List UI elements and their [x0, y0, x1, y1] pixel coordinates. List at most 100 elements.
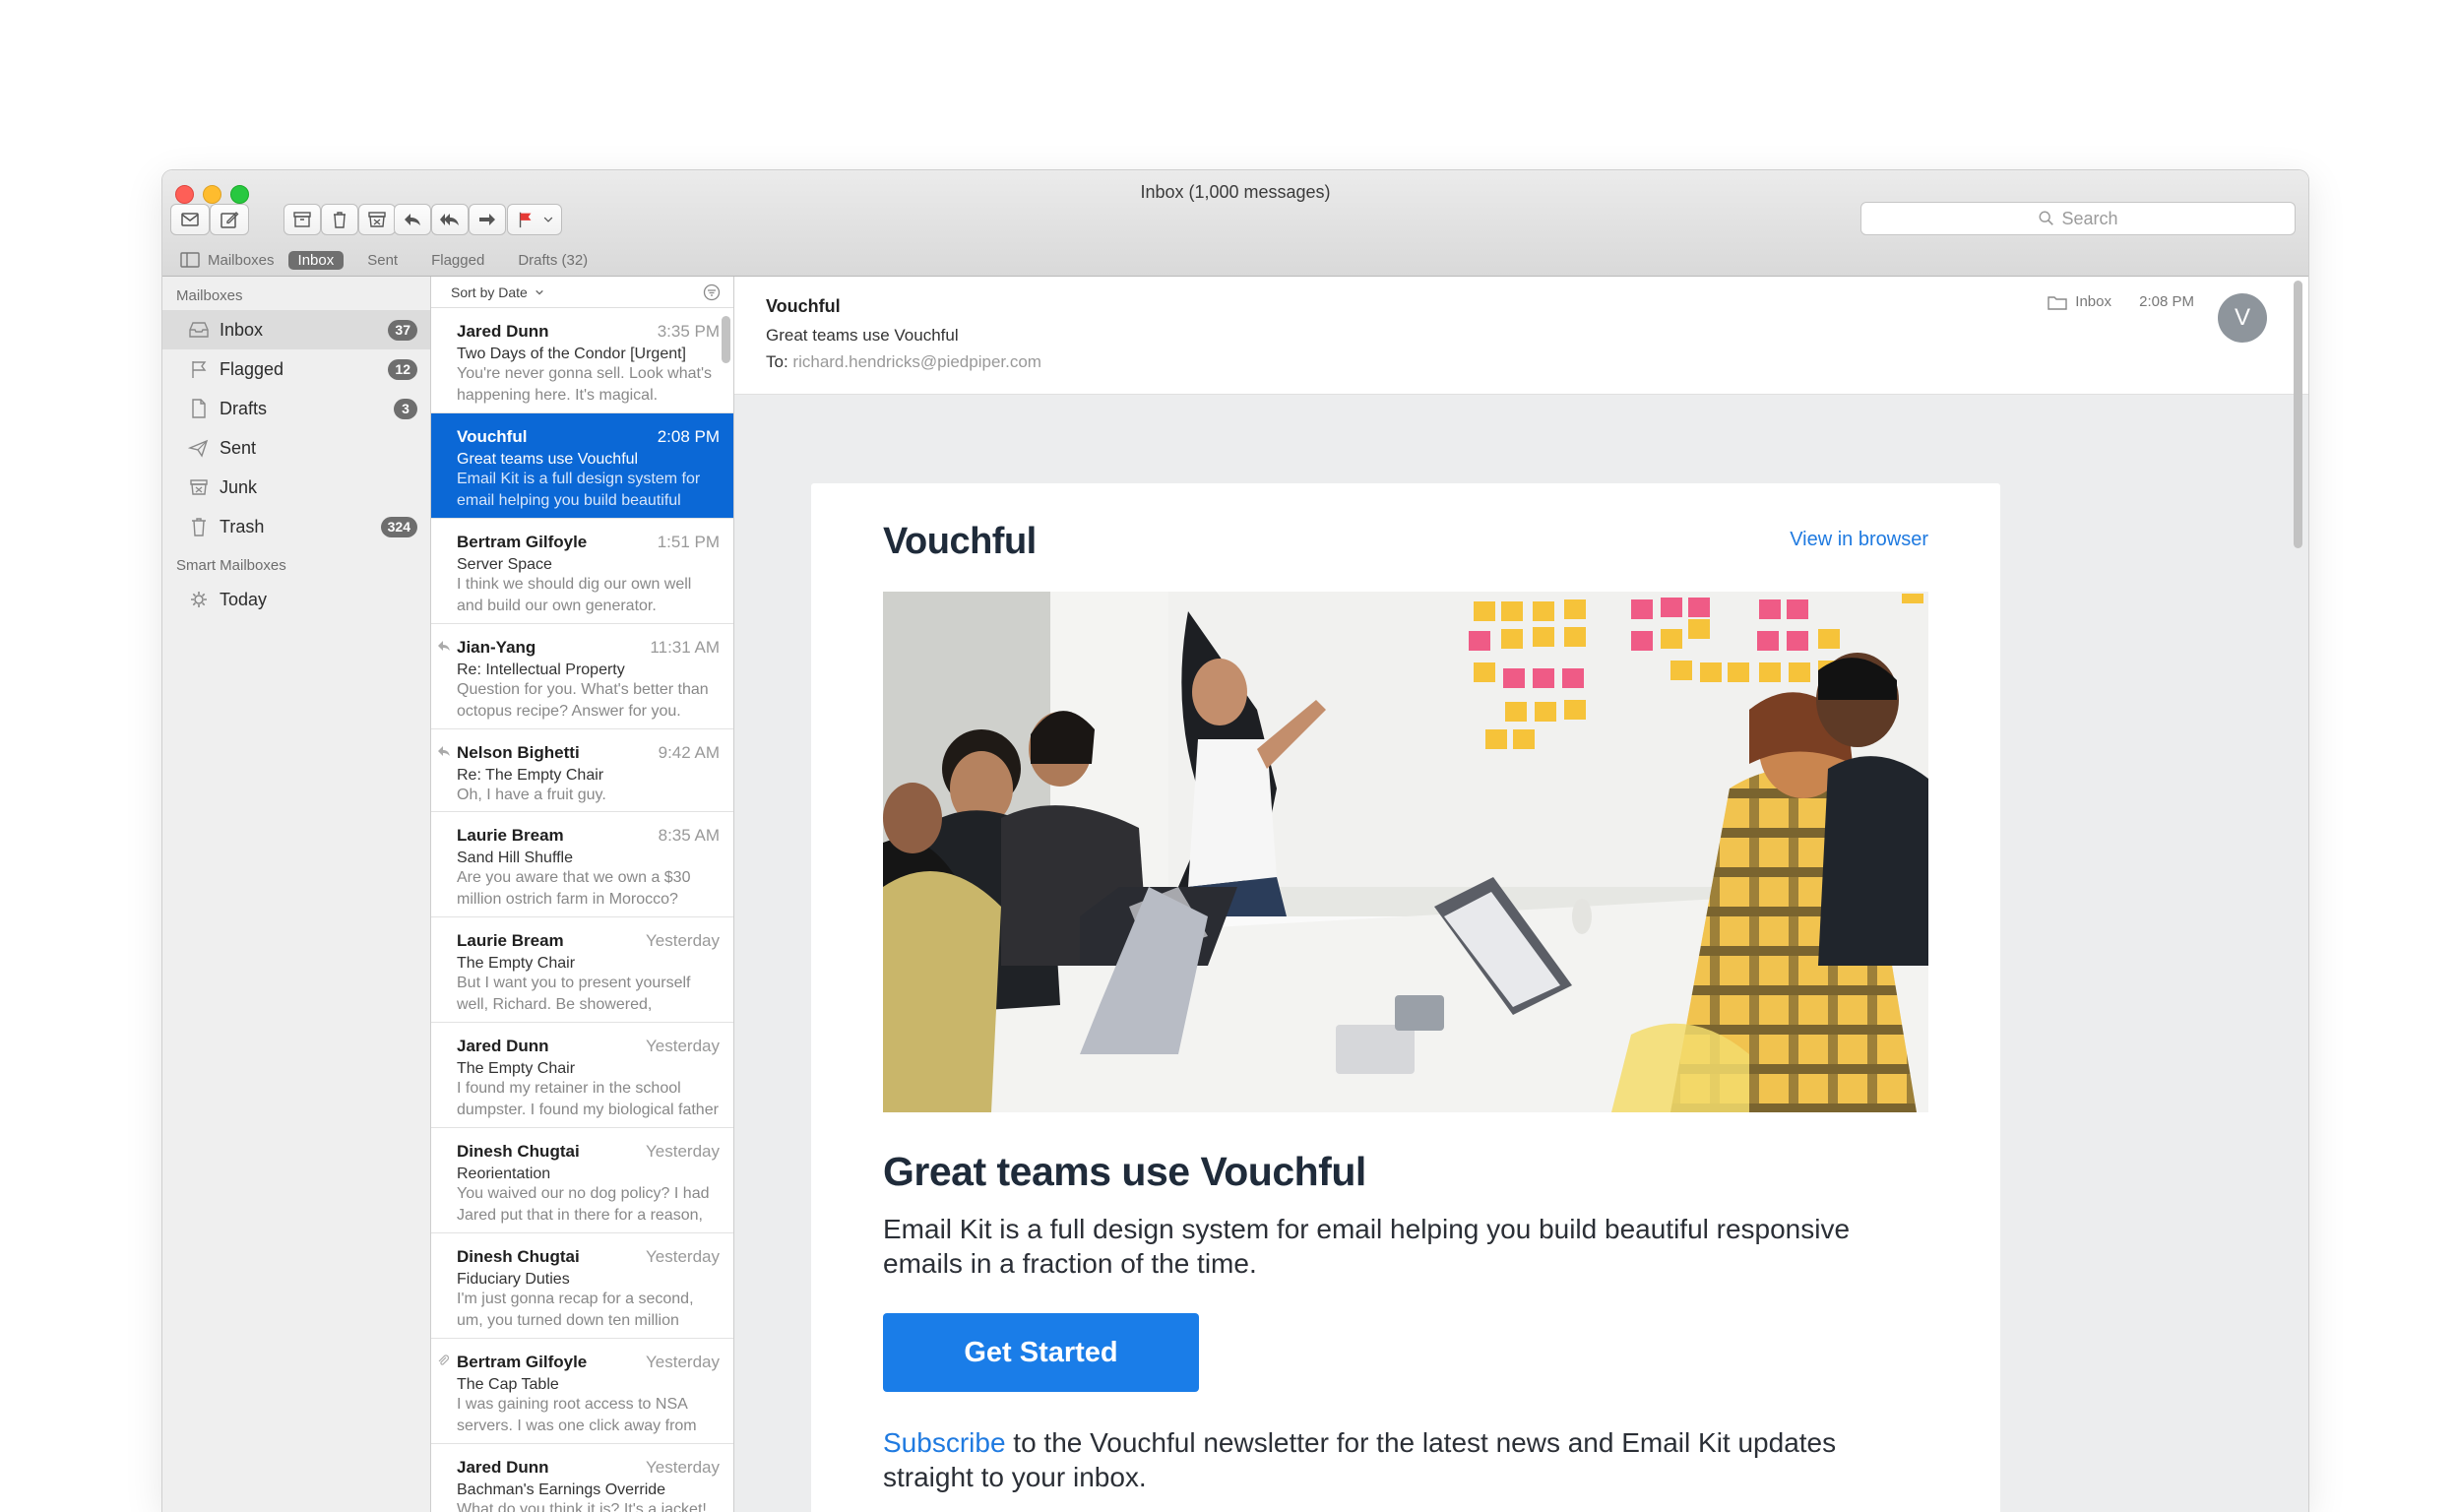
reply-button[interactable] — [394, 204, 431, 235]
message-subject: The Empty Chair — [457, 955, 576, 972]
message-subject: Re: The Empty Chair — [457, 767, 604, 784]
chevron-down-icon — [543, 217, 553, 222]
message-preview: You waived our no dog policy? I had Jare… — [457, 1185, 710, 1224]
sidebar-item-trash[interactable]: Trash 324 — [162, 507, 430, 546]
sidebar-item-drafts[interactable]: Drafts 3 — [162, 389, 430, 428]
reader-time: 2:08 PM — [2139, 293, 2194, 310]
get-mail-button[interactable] — [170, 204, 210, 235]
message-subject: Sand Hill Shuffle — [457, 850, 573, 866]
compose-button[interactable] — [210, 204, 249, 235]
search-placeholder: Search — [2061, 208, 2118, 228]
favorite-inbox[interactable]: Inbox — [287, 250, 345, 270]
reader-sender: Vouchful — [766, 296, 841, 316]
sidebar-item-sent[interactable]: Sent — [162, 428, 430, 468]
favorite-sent[interactable]: Sent — [357, 251, 408, 270]
message-row[interactable]: Jared Dunn 3:35 PM Two Days of the Condo… — [431, 308, 733, 413]
forward-button[interactable] — [469, 204, 506, 235]
get-started-button[interactable]: Get Started — [883, 1313, 1199, 1392]
reader-mailbox: Inbox — [2048, 293, 2111, 310]
message-subject: The Empty Chair — [457, 1060, 576, 1077]
replied-icon — [438, 641, 450, 651]
message-subject: Great teams use Vouchful — [457, 451, 639, 468]
message-row[interactable]: Jared Dunn Yesterday Bachman's Earnings … — [431, 1444, 733, 1512]
document-icon — [192, 399, 206, 418]
trash-icon — [192, 518, 206, 536]
filter-icon[interactable] — [703, 284, 721, 301]
sidebar-item-inbox[interactable]: Inbox 37 — [162, 310, 430, 349]
junk-button[interactable] — [358, 204, 396, 235]
recipient-address: richard.hendricks@piedpiper.com — [792, 352, 1041, 371]
favorite-flagged[interactable]: Flagged — [421, 251, 494, 270]
reply-all-icon — [440, 214, 459, 225]
message-row[interactable]: Jian-Yang 11:31 AM Re: Intellectual Prop… — [431, 624, 733, 729]
drafts-count-badge: 3 — [394, 399, 417, 419]
subscribe-text: to the Vouchful newsletter for the lates… — [883, 1427, 1837, 1492]
mail-window: Inbox (1,000 messages) Search Mailboxes … — [162, 170, 2308, 1512]
forward-icon — [479, 214, 495, 225]
message-row[interactable]: Bertram Gilfoyle 1:51 PM Server Space I … — [431, 519, 733, 624]
paper-plane-icon — [188, 439, 209, 458]
message-preview: I think we should dig our own well and b… — [457, 576, 692, 614]
junk-icon — [190, 479, 208, 495]
message-row[interactable]: Bertram Gilfoyle Yesterday The Cap Table… — [431, 1339, 733, 1444]
sidebar-item-label: Sent — [220, 437, 257, 458]
hero-image — [883, 592, 1928, 1112]
message-time: 3:35 PM — [657, 322, 720, 341]
sidebar-item-flagged[interactable]: Flagged 12 — [162, 349, 430, 389]
sidebar-section-smart-mailboxes: Smart Mailboxes — [176, 557, 286, 574]
message-row-selected[interactable]: Vouchful 2:08 PM Great teams use Vouchfu… — [431, 413, 733, 519]
search-input[interactable]: Search — [1860, 202, 2296, 235]
message-preview: I was gaining root access to NSA servers… — [457, 1396, 697, 1434]
chevron-down-icon — [536, 289, 543, 295]
message-time: Yesterday — [646, 931, 720, 950]
sidebar-item-today[interactable]: Today — [162, 580, 430, 619]
reading-pane: Vouchful Great teams use Vouchful To: ri… — [734, 277, 2308, 1512]
message-row[interactable]: Laurie Bream 8:35 AM Sand Hill Shuffle A… — [431, 812, 733, 917]
compose-icon — [220, 212, 239, 228]
replied-icon — [438, 746, 450, 756]
flagged-count-badge: 12 — [388, 359, 417, 380]
view-in-browser-link[interactable]: View in browser — [1790, 529, 1928, 551]
message-time: Yesterday — [646, 1458, 720, 1477]
message-row[interactable]: Dinesh Chugtai Yesterday Fiduciary Dutie… — [431, 1233, 733, 1339]
email-brand: Vouchful — [883, 521, 1037, 562]
message-time: Yesterday — [646, 1037, 720, 1055]
reader-subject: Great teams use Vouchful — [766, 326, 959, 345]
message-row[interactable]: Laurie Bream Yesterday The Empty Chair B… — [431, 917, 733, 1023]
reader-mailbox-label: Inbox — [2075, 293, 2111, 310]
sidebar-item-junk[interactable]: Junk — [162, 468, 430, 507]
sidebar-toggle-icon — [180, 252, 200, 268]
email-subscribe-text: Subscribe to the Vouchful newsletter for… — [883, 1425, 1867, 1494]
favorites-bar: Mailboxes Inbox Sent Flagged Drafts (32) — [162, 245, 2308, 275]
delete-button[interactable] — [321, 204, 358, 235]
sidebar-item-label: Flagged — [220, 358, 284, 379]
reader-recipient: To: richard.hendricks@piedpiper.com — [766, 352, 1041, 372]
favorite-drafts[interactable]: Drafts (32) — [508, 251, 598, 270]
message-time: Yesterday — [646, 1247, 720, 1266]
reply-all-button[interactable] — [431, 204, 469, 235]
message-list-scrollbar[interactable] — [722, 316, 730, 363]
favorites-mailboxes[interactable]: Mailboxes — [180, 252, 275, 269]
mailbox-sidebar: Mailboxes Inbox 37 Flagged 12 Drafts 3 S… — [162, 277, 431, 1512]
sidebar-item-label: Inbox — [220, 319, 264, 340]
message-row[interactable]: Nelson Bighetti 9:42 AM Re: The Empty Ch… — [431, 729, 733, 812]
archive-button[interactable] — [284, 204, 321, 235]
message-time: 8:35 AM — [658, 826, 720, 845]
favorites-mailboxes-label: Mailboxes — [208, 251, 275, 269]
message-preview: I'm just gonna recap for a second, um, y… — [457, 1291, 694, 1329]
reading-pane-scrollbar[interactable] — [2294, 281, 2302, 548]
subscribe-link[interactable]: Subscribe — [883, 1427, 1006, 1458]
message-row[interactable]: Dinesh Chugtai Yesterday Reorientation Y… — [431, 1128, 733, 1233]
message-time: 9:42 AM — [658, 743, 720, 762]
message-time: 1:51 PM — [657, 533, 720, 551]
sort-bar[interactable]: Sort by Date — [431, 277, 733, 308]
window-title: Inbox (1,000 messages) — [1140, 182, 1331, 202]
message-time: Yesterday — [646, 1353, 720, 1371]
message-subject: Two Days of the Condor [Urgent] — [457, 346, 686, 362]
flag-button[interactable] — [507, 204, 562, 235]
sort-label: Sort by Date — [451, 284, 528, 300]
folder-icon — [2048, 295, 2067, 310]
trash-count-badge: 324 — [380, 517, 417, 537]
message-row[interactable]: Jared Dunn Yesterday The Empty Chair I f… — [431, 1023, 733, 1128]
sidebar-item-label: Junk — [220, 476, 258, 497]
